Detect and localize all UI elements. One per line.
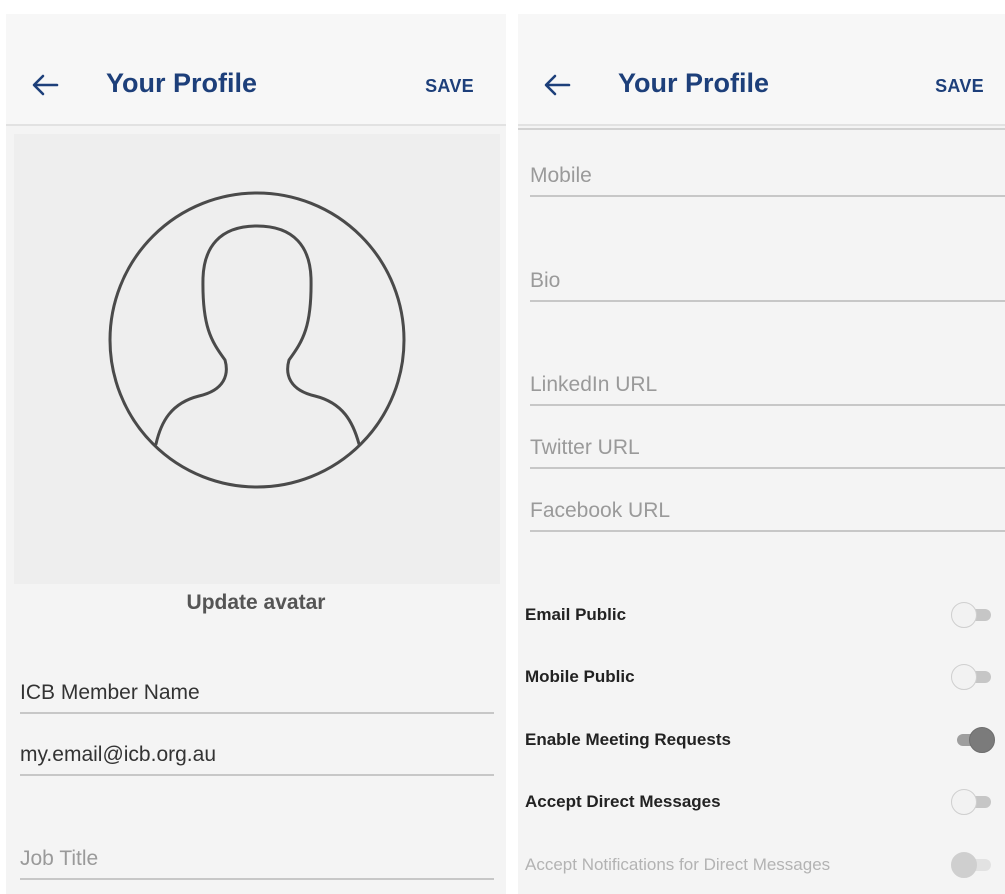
direct-messages-switch[interactable] xyxy=(951,789,995,815)
toggle-label: Email Public xyxy=(525,605,627,624)
twitter-url-input[interactable] xyxy=(530,433,1005,463)
job-title-field[interactable] xyxy=(20,842,494,880)
arrow-left-icon[interactable] xyxy=(30,72,60,98)
facebook-url-input[interactable] xyxy=(530,496,1005,526)
profile-screen-left: Your Profile SAVE Update avatar xyxy=(6,14,506,894)
toggle-row-dm-notifications: Accept Notifications for Direct Messages xyxy=(525,850,1005,880)
switch-thumb xyxy=(969,727,995,753)
avatar-placeholder-icon xyxy=(108,191,406,489)
toggle-label: Accept Direct Messages xyxy=(525,792,721,811)
name-input[interactable] xyxy=(20,678,494,708)
bio-field[interactable] xyxy=(530,264,1005,302)
arrow-left-icon[interactable] xyxy=(542,72,572,98)
toggle-row-direct-messages: Accept Direct Messages xyxy=(525,787,1005,817)
dm-notifications-switch[interactable] xyxy=(951,852,995,878)
avatar-picker[interactable] xyxy=(14,134,500,584)
page-title: Your Profile xyxy=(618,68,770,98)
name-field[interactable] xyxy=(20,676,494,714)
toggle-row-meeting-requests: Enable Meeting Requests xyxy=(525,725,1005,755)
toggle-row-mobile-public: Mobile Public xyxy=(525,662,1005,692)
bio-input[interactable] xyxy=(530,266,1005,296)
page-title: Your Profile xyxy=(106,68,258,98)
update-avatar-button[interactable]: Update avatar xyxy=(6,591,506,615)
divider xyxy=(518,128,1005,130)
mobile-public-switch[interactable] xyxy=(951,664,995,690)
email-field[interactable] xyxy=(20,738,494,776)
profile-screen-right: Your Profile SAVE Email Public Mobile Pu… xyxy=(518,14,1005,894)
linkedin-url-field[interactable] xyxy=(530,368,1005,406)
switch-thumb xyxy=(951,789,977,815)
twitter-url-field[interactable] xyxy=(530,431,1005,469)
meeting-requests-switch[interactable] xyxy=(951,727,995,753)
mobile-field[interactable] xyxy=(530,159,1005,197)
toggle-label: Mobile Public xyxy=(525,667,635,686)
email-public-switch[interactable] xyxy=(951,602,995,628)
switch-thumb xyxy=(951,852,977,878)
mobile-input[interactable] xyxy=(530,161,1005,191)
status-bar xyxy=(6,14,506,48)
save-button[interactable]: SAVE xyxy=(425,76,474,97)
toggle-label: Accept Notifications for Direct Messages xyxy=(525,855,831,874)
save-button[interactable]: SAVE xyxy=(935,76,984,97)
email-input[interactable] xyxy=(20,740,494,770)
job-title-input[interactable] xyxy=(20,844,494,874)
toggle-label: Enable Meeting Requests xyxy=(525,730,731,749)
toggle-row-email-public: Email Public xyxy=(525,600,1005,630)
status-bar xyxy=(518,14,1005,48)
linkedin-url-input[interactable] xyxy=(530,370,1005,400)
facebook-url-field[interactable] xyxy=(530,494,1005,532)
switch-thumb xyxy=(951,664,977,690)
app-bar: Your Profile SAVE xyxy=(6,48,506,126)
app-bar: Your Profile SAVE xyxy=(518,48,1005,126)
switch-thumb xyxy=(951,602,977,628)
